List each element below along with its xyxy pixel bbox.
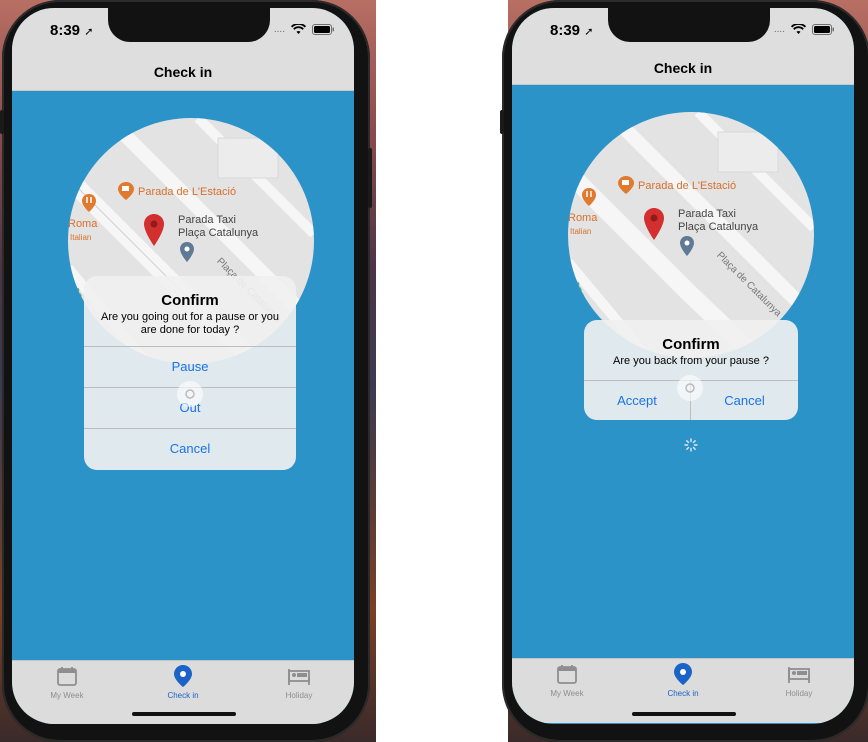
page-title: Check in (153, 64, 213, 80)
calendar-icon (557, 665, 577, 684)
status-icons: .... (774, 24, 834, 35)
map-label-taxi-line1: Parada Taxi (678, 208, 736, 220)
tab-label-holiday: Holiday (785, 689, 813, 698)
tab-holiday[interactable]: Holiday (744, 663, 854, 698)
confirm-dialog: Confirm Are you going out for a pause or… (84, 276, 296, 470)
recenter-icon (677, 375, 703, 401)
tab-label-check-in: Check in (667, 689, 699, 698)
navigation-bar: 8:39 ➚ .... Check in (12, 8, 354, 91)
status-time: 8:39 ➚ (50, 22, 94, 39)
signal-dots-icon: .... (273, 24, 285, 35)
location-arrow-icon: ➚ (84, 26, 94, 38)
tab-check-in[interactable]: Check in (628, 663, 738, 698)
taxi-stop-icon (680, 236, 694, 256)
location-arrow-icon: ➚ (584, 26, 594, 38)
phone-left: 8:39 ➚ .... Check in Parada de L'Estació… (0, 0, 372, 742)
notch (608, 8, 770, 42)
home-indicator[interactable] (132, 712, 236, 716)
tab-label-holiday: Holiday (285, 691, 313, 700)
map-label-italian-name: Roma (68, 218, 98, 230)
restaurant-icon (582, 188, 596, 206)
home-indicator[interactable] (632, 712, 736, 716)
map-label-italian-name: Roma (568, 212, 598, 224)
tab-label-check-in: Check in (167, 691, 199, 700)
status-icons: .... (274, 24, 334, 35)
calendar-icon (57, 667, 77, 686)
taxi-stop-icon (180, 242, 194, 262)
location-pin-icon (174, 665, 192, 687)
notch (108, 8, 270, 42)
tab-label-my-week: My Week (50, 691, 84, 700)
tab-holiday[interactable]: Holiday (244, 665, 354, 700)
restaurant-icon (82, 194, 96, 212)
navigation-bar: 8:39 ➚ .... Check in (512, 8, 854, 85)
wifi-icon (291, 24, 306, 34)
cafe-icon (118, 182, 134, 200)
bed-icon (288, 669, 310, 685)
tab-check-in[interactable]: Check in (128, 665, 238, 700)
dialog-title: Confirm (161, 292, 219, 309)
tab-my-week[interactable]: My Week (12, 665, 122, 700)
accept-button[interactable]: Accept (584, 381, 690, 420)
dialog-message: Are you back from your pause ? (613, 355, 769, 367)
tab-my-week[interactable]: My Week (512, 663, 622, 698)
dialog-message: Are you going out for a pause or you are… (101, 311, 279, 336)
status-time: 8:39 ➚ (550, 22, 594, 39)
screen-right: 8:39 ➚ .... Check in Parada de L'Estació… (512, 8, 854, 724)
map-label-italian-type: Italian (570, 227, 592, 236)
signal-dots-icon: .... (773, 24, 785, 35)
dialog-title: Confirm (662, 336, 720, 353)
tab-label-my-week: My Week (550, 689, 584, 698)
location-pin-icon (674, 663, 692, 685)
recenter-icon (177, 381, 203, 407)
mute-switch (500, 110, 504, 134)
wifi-icon (791, 24, 806, 34)
page-title: Check in (653, 60, 713, 76)
screen-left: 8:39 ➚ .... Check in Parada de L'Estació… (12, 8, 354, 724)
battery-icon (312, 24, 334, 35)
phone-right: 8:39 ➚ .... Check in Parada de L'Estació… (500, 0, 868, 742)
confirm-dialog: Confirm Are you back from your pause ? A… (584, 320, 798, 420)
location-marker-icon (144, 214, 164, 246)
cancel-button[interactable]: Cancel (691, 381, 798, 420)
map-label-restaurant: Parada de L'Estació (638, 180, 737, 192)
map-label-italian-type: Italian (70, 233, 92, 242)
map-label-taxi-line2: Plaça Catalunya (178, 227, 259, 239)
map-label-taxi-line1: Parada Taxi (178, 214, 236, 226)
cancel-button[interactable]: Cancel (84, 428, 296, 469)
loading-spinner-icon (684, 438, 698, 452)
mute-switch (0, 110, 4, 134)
map-label-restaurant: Parada de L'Estació (138, 186, 237, 198)
bed-icon (788, 667, 810, 683)
location-marker-icon (644, 208, 664, 240)
battery-icon (812, 24, 834, 35)
power-button (368, 148, 372, 208)
cafe-icon (618, 176, 634, 194)
map-label-taxi-line2: Plaça Catalunya (678, 221, 759, 233)
